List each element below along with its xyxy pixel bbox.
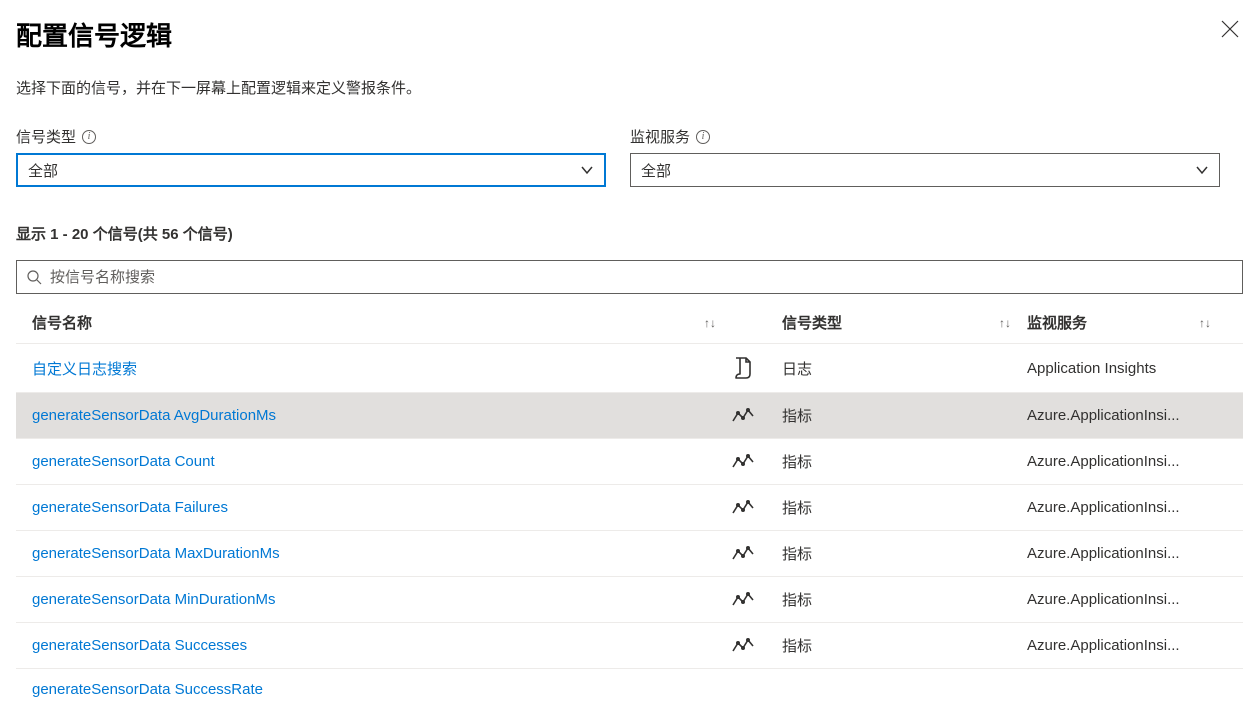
monitor-service-select[interactable]: 全部 xyxy=(630,153,1220,187)
info-icon[interactable]: i xyxy=(696,130,710,144)
column-header-service[interactable]: 监视服务 ↑↓ xyxy=(1027,312,1227,333)
monitor-service: Azure.ApplicationInsi... xyxy=(1027,499,1227,516)
search-box[interactable] xyxy=(16,260,1243,294)
signal-type: 指标 xyxy=(782,589,1027,610)
signal-type: 指标 xyxy=(782,543,1027,564)
metric-icon xyxy=(732,546,782,562)
signal-name[interactable]: 自定义日志搜索 xyxy=(32,361,137,378)
signal-name[interactable]: generateSensorData Successes xyxy=(32,637,247,654)
signal-type-select[interactable]: 全部 xyxy=(16,153,606,187)
chevron-down-icon xyxy=(580,163,594,177)
metric-icon xyxy=(732,500,782,516)
column-header-name-label: 信号名称 xyxy=(32,312,92,333)
search-input[interactable] xyxy=(50,269,1232,286)
monitor-service: Azure.ApplicationInsi... xyxy=(1027,591,1227,608)
table-row[interactable]: generateSensorData Count 指标Azure.Applicat… xyxy=(16,439,1243,485)
signals-table: 信号名称 ↑↓ 信号类型 ↑↓ 监视服务 ↑↓ 自定义日志搜索 日志Applica… xyxy=(16,302,1243,698)
column-header-type[interactable]: 信号类型 ↑↓ xyxy=(782,312,1027,333)
column-header-service-label: 监视服务 xyxy=(1027,312,1087,333)
column-header-icon xyxy=(732,312,782,333)
signal-type: 指标 xyxy=(782,451,1027,472)
table-row[interactable]: generateSensorData Successes 指标Azure.Appl… xyxy=(16,623,1243,669)
search-icon xyxy=(27,270,42,285)
chevron-down-icon xyxy=(1195,163,1209,177)
column-header-type-label: 信号类型 xyxy=(782,312,842,333)
metric-icon xyxy=(732,592,782,608)
table-row[interactable]: generateSensorData MaxDurationMs 指标Azure.… xyxy=(16,531,1243,577)
monitor-service: Azure.ApplicationInsi... xyxy=(1027,545,1227,562)
table-row-partial[interactable]: generateSensorData SuccessRate xyxy=(16,669,1243,698)
signal-name[interactable]: generateSensorData MinDurationMs xyxy=(32,591,275,608)
metric-icon xyxy=(732,454,782,470)
signal-name[interactable]: generateSensorData MaxDurationMs xyxy=(32,545,280,562)
signal-type: 指标 xyxy=(782,497,1027,518)
monitor-service-label: 监视服务 xyxy=(630,126,690,147)
info-icon[interactable]: i xyxy=(82,130,96,144)
sort-icon: ↑↓ xyxy=(704,316,716,330)
panel-title: 配置信号逻辑 xyxy=(16,16,172,53)
metric-icon xyxy=(732,638,782,654)
table-row[interactable]: generateSensorData Failures 指标Azure.Appli… xyxy=(16,485,1243,531)
monitor-service: Azure.ApplicationInsi... xyxy=(1027,637,1227,654)
metric-icon xyxy=(732,408,782,424)
monitor-service-value: 全部 xyxy=(641,160,671,181)
table-row[interactable]: generateSensorData AvgDurationMs 指标Azure.… xyxy=(16,393,1243,439)
monitor-service: Azure.ApplicationInsi... xyxy=(1027,407,1227,424)
signal-type-value: 全部 xyxy=(28,160,58,181)
signal-name[interactable]: generateSensorData Count xyxy=(32,453,215,470)
result-count: 显示 1 - 20 个信号(共 56 个信号) xyxy=(16,223,1243,244)
panel-subtitle: 选择下面的信号，并在下一屏幕上配置逻辑来定义警报条件。 xyxy=(16,77,1243,98)
signal-name[interactable]: generateSensorData AvgDurationMs xyxy=(32,407,276,424)
monitor-service: Application Insights xyxy=(1027,360,1227,377)
signal-type: 日志 xyxy=(782,358,1027,379)
sort-icon: ↑↓ xyxy=(1199,316,1211,330)
signal-type: 指标 xyxy=(782,635,1027,656)
log-icon xyxy=(732,356,782,380)
signal-name[interactable]: generateSensorData Failures xyxy=(32,499,228,516)
table-row[interactable]: 自定义日志搜索 日志Application Insights xyxy=(16,344,1243,393)
close-icon[interactable] xyxy=(1217,16,1243,46)
signal-type-label: 信号类型 xyxy=(16,126,76,147)
column-header-name[interactable]: 信号名称 ↑↓ xyxy=(32,312,732,333)
signal-type: 指标 xyxy=(782,405,1027,426)
table-row[interactable]: generateSensorData MinDurationMs 指标Azure.… xyxy=(16,577,1243,623)
sort-icon: ↑↓ xyxy=(999,316,1011,330)
monitor-service: Azure.ApplicationInsi... xyxy=(1027,453,1227,470)
